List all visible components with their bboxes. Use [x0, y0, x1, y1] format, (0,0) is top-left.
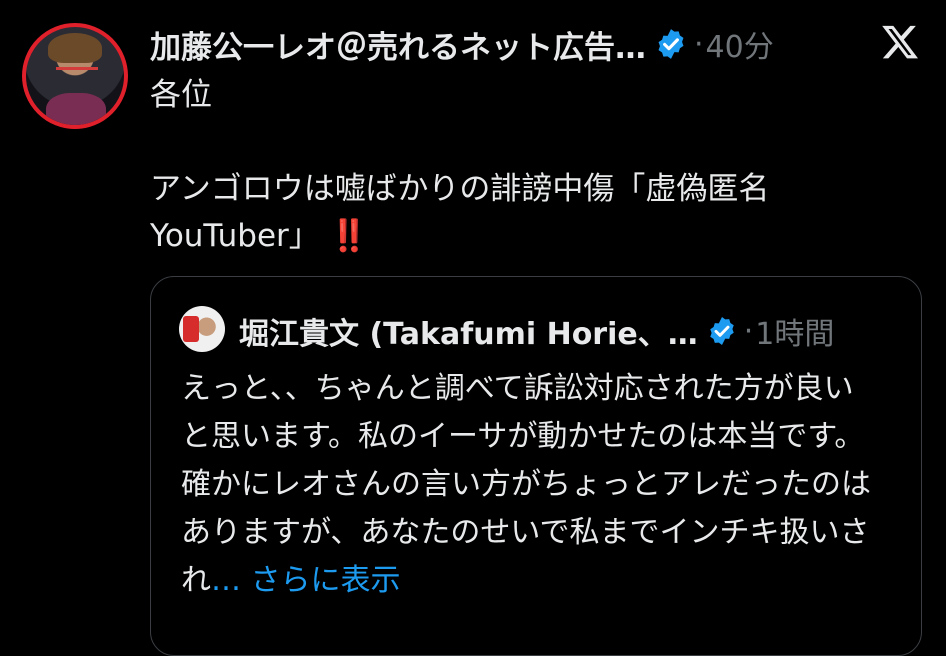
verified-badge-icon [658, 29, 684, 59]
quoted-tweet-header: 堀江貴文 (Takafumi Horie、… · 1時間 [239, 307, 834, 355]
verified-badge-icon [710, 317, 734, 345]
tweet-body-line: YouTuber」 [150, 218, 320, 254]
quoted-tweet-timestamp[interactable]: 1時間 [755, 309, 834, 353]
double-exclamation-emoji: ‼️ [329, 218, 369, 254]
author-avatar[interactable] [22, 23, 128, 129]
author-name[interactable]: 加藤公一レオ＠売れるネット広告… [150, 22, 646, 67]
x-logo-icon[interactable] [880, 22, 920, 62]
tweet-timestamp[interactable]: 40分 [706, 22, 774, 66]
quoted-tweet-text: えっと、、ちゃんと調べて訴訟対応された方が良いと思います。私のイーサが動かせたの… [181, 365, 881, 605]
tweet-body-line: 各位 [150, 77, 212, 113]
quoted-author-avatar[interactable] [179, 306, 225, 352]
quoted-tweet-card[interactable]: 堀江貴文 (Takafumi Horie、… · 1時間 えっと、、ちゃんと調べ… [150, 276, 922, 656]
separator-dot: · [743, 313, 754, 349]
tweet-body-line: アンゴロウは嘘ばかりの誹謗中傷「虚偽匿名 [150, 171, 770, 207]
quoted-author-name[interactable]: 堀江貴文 (Takafumi Horie、… [239, 309, 698, 353]
tweet-body: 各位 アンゴロウは嘘ばかりの誹謗中傷「虚偽匿名 YouTuber」 ‼️ [150, 72, 910, 260]
tweet-header: 加藤公一レオ＠売れるネット広告… · 40分 [150, 20, 946, 68]
separator-dot: · [694, 26, 704, 62]
show-more-link[interactable]: … さらに表示 [211, 563, 401, 598]
